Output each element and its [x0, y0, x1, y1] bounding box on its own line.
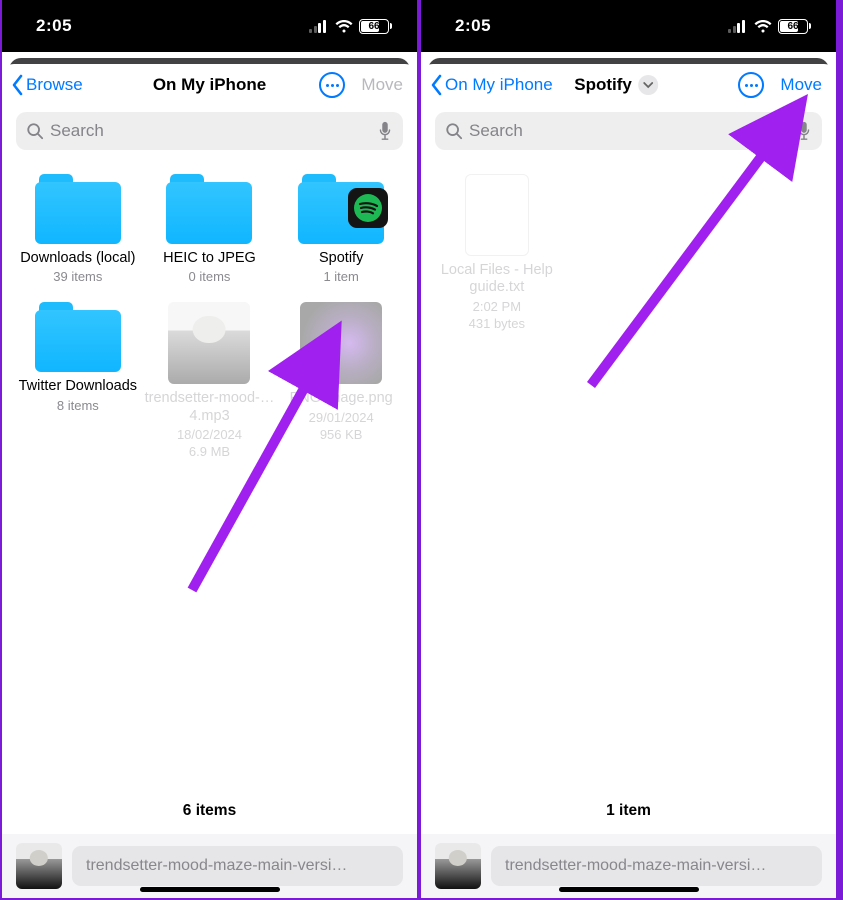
battery-icon: 66 — [778, 19, 808, 34]
mic-icon[interactable] — [796, 121, 812, 141]
back-button[interactable]: Browse — [10, 74, 83, 96]
nav-bar: Browse On My iPhone Move — [2, 64, 417, 106]
item-count: 1 item — [421, 790, 836, 834]
file-local-files-txt: Local Files - Help guide.txt 2:02 PM 431… — [431, 174, 563, 331]
wifi-icon — [335, 19, 353, 33]
cellular-icon — [309, 20, 329, 33]
item-count: 6 items — [2, 790, 417, 834]
search-placeholder: Search — [50, 121, 371, 141]
file-grid: Downloads (local) 39 items HEIC to JPEG … — [2, 158, 417, 459]
file-trendsetter-mp3: trendsetter-mood-…4.mp3 18/02/2024 6.9 M… — [144, 302, 276, 459]
more-button[interactable] — [738, 72, 764, 98]
mic-icon[interactable] — [377, 121, 393, 141]
phone-right: 2:05 66 On My iPhone Spotify — [419, 0, 838, 898]
chevron-left-icon — [10, 74, 24, 96]
battery-icon: 66 — [359, 19, 389, 34]
status-bar: 2:05 66 — [421, 0, 836, 52]
page-title[interactable]: Spotify — [574, 75, 658, 95]
back-button[interactable]: On My iPhone — [429, 74, 553, 96]
phone-left: 2:05 66 Browse On My iPhone — [0, 0, 419, 898]
search-icon — [445, 122, 463, 140]
status-bar: 2:05 66 — [2, 0, 417, 52]
page-title: On My iPhone — [153, 75, 266, 95]
file-png-image: PNG image.png 29/01/2024 956 KB — [275, 302, 407, 459]
home-indicator[interactable] — [559, 887, 699, 892]
back-label: On My iPhone — [445, 75, 553, 95]
folder-twitter-downloads[interactable]: Twitter Downloads 8 items — [12, 302, 144, 459]
search-icon — [26, 122, 44, 140]
home-indicator[interactable] — [140, 887, 280, 892]
moving-file-name: trendsetter-mood-maze-main-versi… — [491, 846, 822, 886]
wifi-icon — [754, 19, 772, 33]
moving-file-name: trendsetter-mood-maze-main-versi… — [72, 846, 403, 886]
more-button[interactable] — [319, 72, 345, 98]
status-time: 2:05 — [36, 16, 72, 36]
status-time: 2:05 — [455, 16, 491, 36]
chevron-down-icon[interactable] — [638, 75, 658, 95]
move-button[interactable]: Move — [780, 75, 822, 95]
chevron-left-icon — [429, 74, 443, 96]
search-input[interactable]: Search — [435, 112, 822, 150]
move-button: Move — [361, 75, 403, 95]
cellular-icon — [728, 20, 748, 33]
folder-downloads[interactable]: Downloads (local) 39 items — [12, 174, 144, 284]
back-label: Browse — [26, 75, 83, 95]
file-grid: Local Files - Help guide.txt 2:02 PM 431… — [421, 158, 836, 331]
moving-file-thumb — [16, 843, 62, 889]
moving-file-thumb — [435, 843, 481, 889]
folder-heic-to-jpeg[interactable]: HEIC to JPEG 0 items — [144, 174, 276, 284]
search-placeholder: Search — [469, 121, 790, 141]
nav-bar: On My iPhone Spotify Move — [421, 64, 836, 106]
folder-spotify[interactable]: Spotify 1 item — [275, 174, 407, 284]
search-input[interactable]: Search — [16, 112, 403, 150]
spotify-icon — [348, 188, 388, 228]
